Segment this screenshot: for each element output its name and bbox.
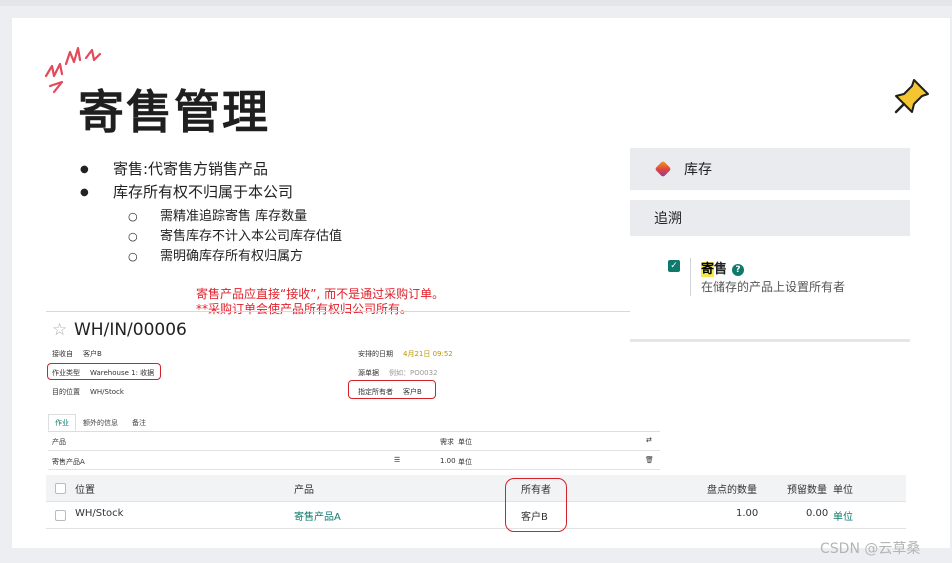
- form-tabs: 作业 额外的信息 备注: [48, 414, 153, 431]
- field-label: 安排的日期: [358, 350, 393, 358]
- slide-title: 寄售管理: [78, 85, 270, 139]
- top-bar: [0, 0, 952, 6]
- bullet-item: 库存所有权不归属于本公司: [80, 181, 293, 204]
- row-product[interactable]: 寄售产品A: [294, 508, 341, 523]
- move-quantity: 1.00: [440, 457, 456, 465]
- row-checkbox[interactable]: [55, 510, 66, 521]
- field-placeholder: 例如：PO0032: [389, 369, 438, 377]
- tab-notes[interactable]: 备注: [125, 414, 153, 431]
- traceability-label: 追溯: [654, 211, 682, 227]
- warning-note: 寄售产品应直接“接收”, 而不是通过采购订单。 **采购订单会使产品所有权归公司…: [196, 287, 444, 317]
- consignment-title: 寄售?: [701, 258, 745, 277]
- note-line: **采购订单会使产品所有权归公司所有。: [196, 302, 413, 316]
- moves-header-demand: 需求: [440, 438, 454, 446]
- highlight-box: [348, 380, 436, 399]
- row-unit[interactable]: 单位: [833, 508, 853, 523]
- delete-icon[interactable]: 🗑: [645, 456, 654, 464]
- consignment-title-highlight: 寄: [701, 262, 715, 277]
- traceability-section-header: 追溯: [630, 200, 910, 236]
- inventory-app-label: 库存: [684, 162, 712, 178]
- select-all-checkbox[interactable]: [55, 483, 66, 494]
- panel-divider: [630, 339, 910, 342]
- destination-field[interactable]: 目的位置 WH/Stock: [52, 387, 124, 397]
- row-divider: [46, 528, 906, 529]
- inventory-cube-icon: [654, 160, 672, 178]
- header-reserved-qty[interactable]: 预留数量: [787, 481, 827, 496]
- highlight-box: [47, 363, 161, 380]
- moves-header-product: 产品: [52, 438, 66, 446]
- sub-bullet-item: 需精准追踪寄售 库存数量: [128, 207, 342, 227]
- pushpin-icon: [894, 79, 929, 114]
- move-product[interactable]: 寄售产品A: [52, 457, 85, 467]
- consignment-title-rest: 售: [714, 262, 728, 277]
- detail-table-header: [46, 475, 906, 502]
- move-unit: 单位: [458, 458, 472, 466]
- field-label: 目的位置: [52, 388, 80, 396]
- favorite-star-icon[interactable]: ☆: [52, 320, 67, 340]
- field-label: 接收自: [52, 350, 73, 358]
- setting-divider: [690, 258, 691, 296]
- moves-header-unit: 单位: [458, 438, 472, 446]
- row-divider: [48, 469, 660, 470]
- detailed-operations-icon[interactable]: ☰: [394, 456, 400, 464]
- column-settings-icon[interactable]: ⇄: [646, 436, 652, 444]
- scheduled-date-field[interactable]: 安排的日期 4月21日 09:52: [358, 349, 453, 359]
- row-reserved-qty: 0.00: [806, 508, 829, 519]
- sub-bullet-item: 需明确库存所有权归属方: [128, 247, 342, 267]
- row-counted-qty[interactable]: 1.00: [736, 508, 758, 519]
- field-value: WH/Stock: [90, 388, 124, 396]
- form-top-divider: [46, 311, 630, 312]
- consignment-checkbox[interactable]: ✓: [668, 260, 680, 272]
- receive-from-field[interactable]: 接收自 客户B: [52, 349, 102, 359]
- consignment-description: 在储存的产品上设置所有者: [701, 280, 846, 294]
- receipt-reference: WH/IN/00006: [74, 320, 187, 340]
- row-location[interactable]: WH/Stock: [75, 508, 123, 519]
- note-line: 寄售产品应直接“接收”, 而不是通过采购订单。: [196, 287, 445, 301]
- bullet-item: 寄售:代寄售方销售产品: [80, 158, 293, 181]
- sub-bullet-item: 寄售库存不计入本公司库存估值: [128, 227, 342, 247]
- field-label: 源单据: [358, 369, 379, 377]
- field-value: 4月21日 09:52: [403, 350, 453, 358]
- watermark: CSDN @云草桑: [820, 541, 921, 557]
- tab-extra-info[interactable]: 额外的信息: [76, 414, 125, 431]
- header-product[interactable]: 产品: [294, 481, 314, 496]
- row-divider: [48, 450, 660, 451]
- help-icon[interactable]: ?: [732, 264, 745, 276]
- header-unit[interactable]: 单位: [833, 481, 853, 496]
- owner-highlight-box: [505, 478, 567, 532]
- header-location[interactable]: 位置: [75, 481, 95, 496]
- bullet-list: 寄售:代寄售方销售产品 库存所有权不归属于本公司: [80, 158, 293, 204]
- tab-divider: [48, 431, 660, 432]
- inventory-app-header: 库存: [630, 148, 910, 190]
- header-counted-qty[interactable]: 盘点的数量: [707, 481, 757, 496]
- source-document-field[interactable]: 源单据 例如：PO0032: [358, 368, 438, 378]
- tab-operations[interactable]: 作业: [48, 414, 76, 431]
- field-value: 客户B: [83, 350, 102, 358]
- sub-bullet-list: 需精准追踪寄售 库存数量 寄售库存不计入本公司库存估值 需明确库存所有权归属方: [128, 207, 342, 267]
